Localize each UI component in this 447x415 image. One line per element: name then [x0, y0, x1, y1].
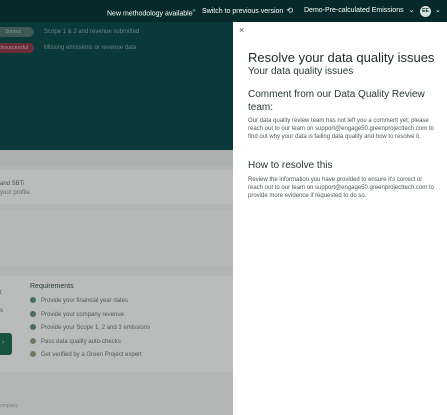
- chevron-down-icon: ⌄: [408, 7, 415, 14]
- avatar[interactable]: EE: [420, 6, 431, 17]
- refresh-icon: ⟲: [286, 6, 294, 15]
- resolve-body: Review the information you have provided…: [248, 177, 434, 199]
- switch-version-button[interactable]: Switch to previous version ⟲: [202, 0, 293, 22]
- comment-heading: Comment from our Data Quality Review tea…: [248, 89, 425, 113]
- new-badge: ®: [192, 8, 196, 13]
- comment-body: Our data quality review team has not lef…: [248, 118, 434, 140]
- avatar-chevron-down-icon[interactable]: ⌄: [435, 0, 441, 22]
- top-bar: New methodology available® Switch to pre…: [0, 0, 447, 22]
- resolve-heading: How to resolve this: [248, 160, 333, 171]
- organisation-dropdown[interactable]: Demo-Pre-calculated Emissions ⌄: [304, 0, 414, 22]
- new-methodology-link[interactable]: New methodology available®: [107, 0, 196, 22]
- drawer-title: Resolve your data quality issues: [248, 50, 435, 65]
- organisation-label: Demo-Pre-calculated Emissions: [304, 7, 404, 14]
- close-icon[interactable]: ×: [239, 25, 244, 35]
- modal-overlay[interactable]: [0, 22, 233, 415]
- data-quality-drawer: × Resolve your data quality issues Your …: [233, 22, 447, 415]
- drawer-subtitle: Your data quality issues: [248, 66, 354, 77]
- new-methodology-label: New methodology available: [107, 10, 193, 18]
- switch-version-label: Switch to previous version: [202, 8, 284, 15]
